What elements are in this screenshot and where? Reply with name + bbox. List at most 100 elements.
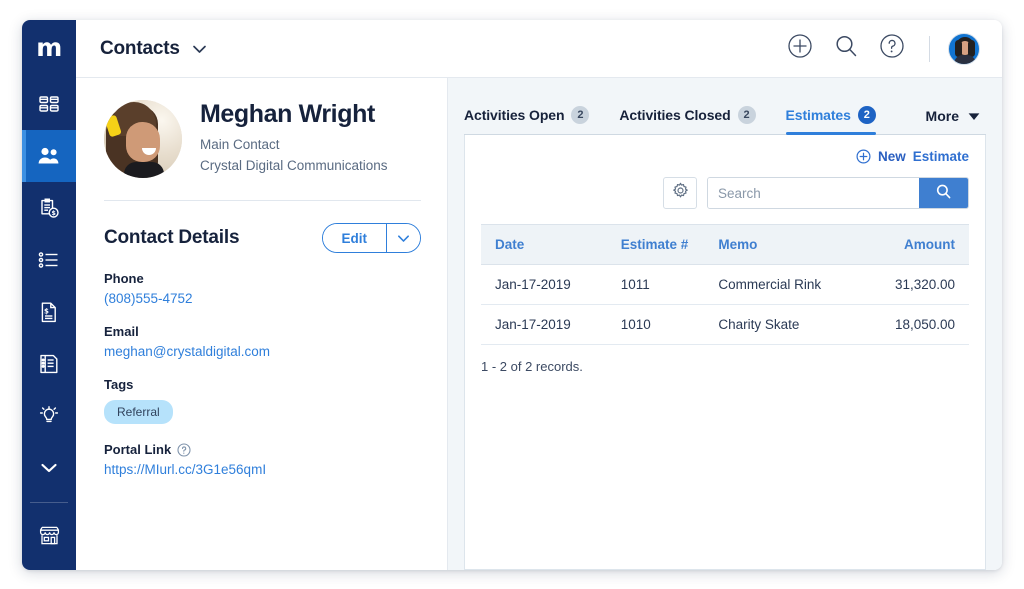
gear-icon: [672, 182, 689, 204]
cell-amount: 31,320.00: [856, 264, 969, 305]
sidebar-item-lists[interactable]: [22, 234, 76, 286]
contact-photo: [104, 100, 182, 178]
field-phone-value[interactable]: (808)555-4752: [104, 291, 421, 306]
contact-company: Crystal Digital Communications: [200, 157, 388, 173]
record-count: 1 - 2 of 2 records.: [481, 359, 583, 374]
sidebar-item-insights[interactable]: [22, 390, 76, 442]
contact-identity: Meghan Wright Main Contact Crystal Digit…: [200, 100, 388, 177]
main-content: Contacts Meghan Wright Main Contact Crys…: [76, 20, 1002, 570]
top-bar: Contacts: [76, 20, 1002, 78]
contact-name: Meghan Wright: [200, 100, 375, 128]
table-row[interactable]: Jan-17-2019 1011 Commercial Rink 31,320.…: [481, 264, 969, 305]
field-portal-value[interactable]: https://MIurl.cc/3G1e56qmI: [104, 462, 421, 477]
tab-estimates[interactable]: Estimates 2: [785, 106, 877, 135]
field-phone: Phone (808)555-4752: [104, 271, 421, 306]
tab-activities-open-badge: 2: [571, 106, 590, 124]
sidebar-item-ledger[interactable]: [22, 338, 76, 390]
grid-squares-icon: [38, 93, 60, 115]
field-email: Email meghan@crystaldigital.com: [104, 324, 421, 359]
contact-details-header: Contact Details Edit: [104, 223, 421, 253]
photo-face: [126, 122, 160, 162]
sidebar-item-dashboard[interactable]: [22, 78, 76, 130]
lightbulb-icon: [38, 405, 60, 427]
add-button[interactable]: [783, 32, 817, 66]
tab-activities-closed[interactable]: Activities Closed 2: [619, 106, 756, 135]
sidebar-item-estimates[interactable]: $: [22, 182, 76, 234]
tab-activities-closed-badge: 2: [737, 106, 756, 124]
app-window: m $ $ Contacts Meghan Wright Main Contac…: [22, 20, 1002, 570]
bullet-list-icon: [38, 251, 60, 269]
table-header: Date Estimate # Memo Amount: [481, 224, 969, 265]
field-portal-label-row: Portal Link: [104, 442, 421, 457]
page-title: Contacts: [100, 37, 180, 59]
tag-chip[interactable]: Referral: [104, 400, 173, 424]
field-email-label: Email: [104, 324, 139, 339]
new-estimate-button[interactable]: New Estimate: [856, 149, 969, 164]
table-row[interactable]: Jan-17-2019 1010 Charity Skate 18,050.00: [481, 304, 969, 345]
people-icon: [37, 145, 61, 167]
search-icon: [935, 183, 952, 203]
field-email-value[interactable]: meghan@crystaldigital.com: [104, 344, 421, 359]
contact-details-title: Contact Details: [104, 227, 240, 248]
help-button[interactable]: [875, 32, 909, 66]
module-chevron-down-icon[interactable]: [192, 44, 207, 54]
search-submit-button[interactable]: [919, 178, 968, 208]
edit-chevron-down-icon[interactable]: [386, 224, 420, 252]
sidebar-divider: [30, 502, 68, 503]
tab-activities-open-label: Activities Open: [464, 107, 565, 123]
related-records-panel: Activities Open 2 Activities Closed 2 Es…: [448, 78, 1002, 570]
tab-estimates-label: Estimates: [785, 107, 851, 123]
tab-bar: Activities Open 2 Activities Closed 2 Es…: [448, 78, 1000, 135]
field-portal-label: Portal Link: [104, 442, 172, 457]
sidebar-item-contacts[interactable]: [22, 130, 76, 182]
cell-date: Jan-17-2019: [481, 264, 613, 305]
estimates-table: Date Estimate # Memo Amount Jan-17-2019 …: [481, 224, 969, 345]
search-input[interactable]: [708, 178, 919, 208]
svg-text:$: $: [51, 210, 55, 217]
table-header-row: Date Estimate # Memo Amount: [481, 224, 969, 265]
tab-activities-open[interactable]: Activities Open 2: [464, 106, 590, 135]
table-settings-button[interactable]: [663, 177, 697, 209]
field-portal-link: Portal Link https://MIurl.cc/3G1e56qmI: [104, 442, 421, 477]
estimates-card: New Estimate Search Date Estimate # Memo…: [464, 135, 986, 570]
tab-more[interactable]: More: [926, 108, 980, 135]
photo-shoulders: [124, 162, 164, 178]
field-phone-label: Phone: [104, 271, 144, 286]
question-circle-icon: [879, 33, 905, 64]
table-body: Jan-17-2019 1011 Commercial Rink 31,320.…: [481, 264, 969, 345]
new-record-row: New Estimate: [481, 149, 969, 164]
sidebar-item-more[interactable]: [22, 442, 76, 494]
new-estimate-verb: New: [877, 149, 906, 164]
new-estimate-object: Estimate: [912, 149, 969, 164]
sidebar-nav: m $ $: [22, 20, 76, 570]
tab-estimates-badge: 2: [857, 106, 876, 124]
sidebar-item-invoices[interactable]: $: [22, 286, 76, 338]
body-split: Meghan Wright Main Contact Crystal Digit…: [76, 78, 1002, 570]
field-tags: Tags Referral: [104, 377, 421, 424]
column-header-amount[interactable]: Amount: [856, 224, 969, 265]
cell-amount: 18,050.00: [856, 304, 969, 345]
global-search-button[interactable]: [829, 32, 863, 66]
edit-button[interactable]: Edit: [322, 224, 386, 252]
avatar[interactable]: [948, 32, 980, 65]
edit-button-group: Edit: [321, 223, 421, 253]
cell-number: 1010: [612, 304, 711, 345]
cell-memo: Commercial Rink: [710, 264, 857, 305]
storefront-icon: [38, 525, 61, 546]
sidebar-item-storefront[interactable]: [22, 509, 76, 561]
contact-role: Main Contact: [200, 136, 280, 152]
plus-circle-icon: [787, 33, 813, 64]
chevron-down-icon: [39, 461, 59, 475]
field-tags-label: Tags: [104, 377, 134, 392]
portal-question-circle-icon[interactable]: [177, 442, 191, 457]
column-header-date[interactable]: Date: [481, 224, 613, 265]
contact-header: Meghan Wright Main Contact Crystal Digit…: [104, 100, 421, 178]
cell-memo: Charity Skate: [710, 304, 857, 345]
column-header-memo[interactable]: Memo: [710, 224, 857, 265]
column-header-estimate-number[interactable]: Estimate #: [612, 224, 711, 265]
clipboard-dollar-icon: $: [38, 197, 60, 220]
search-icon: [833, 33, 859, 64]
brand-logo[interactable]: m: [22, 20, 76, 78]
contact-detail-panel: Meghan Wright Main Contact Crystal Digit…: [76, 78, 448, 570]
